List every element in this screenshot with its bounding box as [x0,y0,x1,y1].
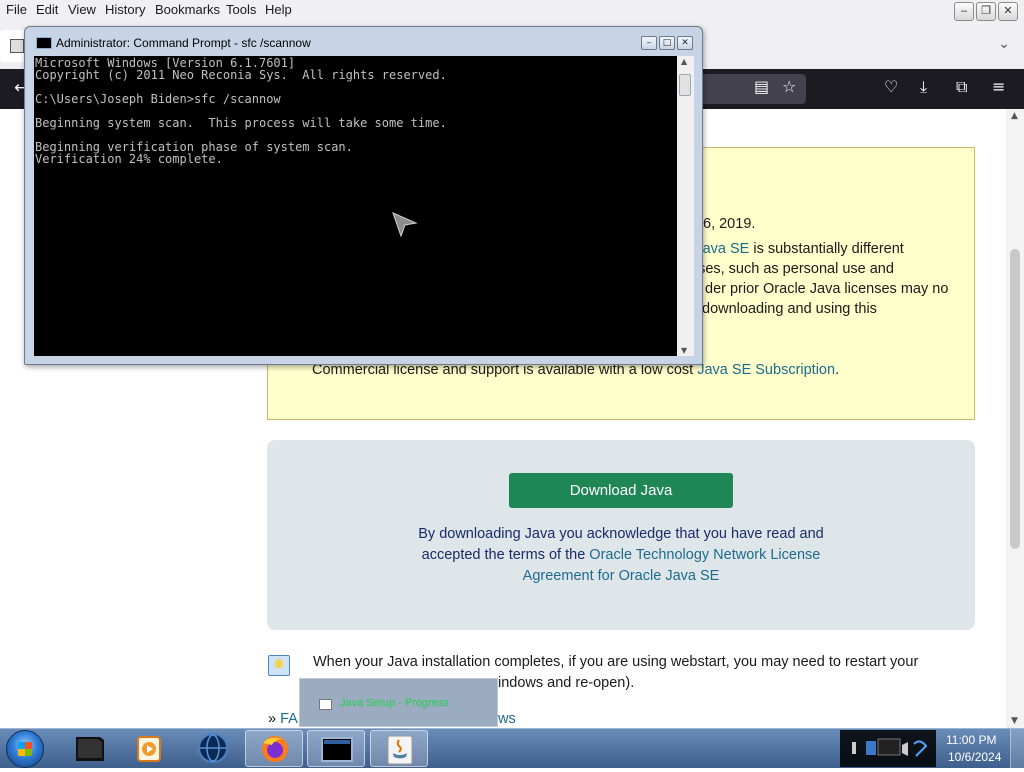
tray-arrow-icon [852,742,856,754]
faq-link[interactable]: FA [280,711,298,727]
command-prompt-icon [321,737,353,762]
cmd-scrollbar-thumb[interactable] [679,74,691,96]
taskbar-button-media-player[interactable] [120,730,178,767]
menu-view[interactable]: View [68,2,96,17]
show-desktop-button[interactable] [1010,729,1024,769]
console-line: Beginning system scan. This process will… [35,116,447,130]
system-tray [840,730,936,767]
tab-favicon-icon [10,39,24,53]
pocket-icon[interactable]: ♡ [884,77,898,96]
monitor-icon [877,738,901,756]
notice-line-1: le Java SE is substantially different [680,241,904,257]
firefox-icon [262,736,288,762]
cmd-titlebar[interactable]: Administrator: Command Prompt - sfc /sca… [25,27,702,57]
otn-license-link-line-2[interactable]: Agreement for Oracle Java SE [267,566,975,587]
download-terms-note: By downloading Java you acknowledge that… [267,524,975,587]
maximize-button[interactable]: ❐ [976,2,996,21]
tip-line-1: When your Java installation completes, i… [313,654,919,670]
start-button[interactable] [6,730,44,768]
console-line: Copyright (c) 2011 Neo Reconia Sys. All … [35,68,447,82]
download-java-button[interactable]: Download Java [509,473,733,508]
menu-file[interactable]: File [6,2,27,17]
cmd-scroll-down-icon[interactable]: ▼ [681,346,687,355]
taskbar-button-firefox[interactable] [245,730,303,767]
folder-icon [76,737,104,761]
notice-date: 6, 2019. [703,216,756,232]
cmd-window-controls: – □ ✕ [641,36,693,50]
clock-time[interactable]: 11:00 PM [946,733,996,747]
faq-link-tail[interactable]: ws [498,711,516,727]
menu-bookmarks[interactable]: Bookmarks [155,2,220,17]
scrollbar-thumb[interactable] [1010,249,1020,549]
lightbulb-tip-icon [268,655,290,676]
cmd-maximize-button[interactable]: □ [659,36,675,50]
cmd-close-button[interactable]: ✕ [677,36,693,50]
faq-bullet: » [268,711,281,727]
scroll-down-arrow-icon[interactable]: ▼ [1011,716,1018,726]
reader-view-icon[interactable]: ▤ [754,77,769,96]
java-icon [387,735,413,765]
notice-line-4: downloading and using this [702,301,877,317]
download-panel: Download Java By downloading Java you ac… [267,440,975,630]
terms-line-1: By downloading Java you acknowledge that… [418,526,824,542]
network-icon [866,741,876,755]
firefox-menubar: File Edit View History Bookmarks Tools H… [0,0,1024,22]
page-scrollbar[interactable]: ▲ ▼ [1006,109,1024,728]
media-player-icon [137,736,161,762]
notice-line-2: uses, such as personal use and [690,261,894,277]
taskbar-thumbnail-popup[interactable]: Java Setup - Progress [299,678,498,727]
cmd-minimize-button[interactable]: – [641,36,657,50]
tray-icons [852,738,928,757]
firefox-window-controls: – ❐ ✕ [954,2,1018,21]
java-se-subscription-link[interactable]: Java SE Subscription [697,362,835,378]
hamburger-menu-icon[interactable]: ≡ [992,77,1005,96]
setup-window-icon [319,699,332,710]
mouse-pointer-icon [392,212,418,238]
thumbnail-label: Java Setup - Progress [340,697,449,709]
command-prompt-icon [36,37,52,49]
taskbar-button-explorer[interactable] [60,730,118,767]
taskbar-button-cmd[interactable] [307,730,365,767]
clock-date[interactable]: 10/6/2024 [948,750,1001,764]
cmd-window-title: Administrator: Command Prompt - sfc /sca… [56,36,311,50]
cmd-scroll-up-icon[interactable]: ▲ [681,57,687,66]
commercial-end: . [835,362,840,378]
taskbar [0,728,1024,769]
cmd-scrollbar[interactable]: ▲ ▼ [677,56,694,356]
extensions-icon[interactable]: ⧉ [956,77,967,97]
terms-prefix: accepted the terms of the [421,547,590,563]
command-prompt-window: Administrator: Command Prompt - sfc /sca… [24,26,703,365]
taskbar-button-browser[interactable] [184,730,242,767]
bookmark-star-icon[interactable]: ☆ [782,77,796,96]
minimize-button[interactable]: – [954,2,974,21]
taskbar-button-java[interactable] [370,730,428,767]
globe-icon [198,733,228,763]
menu-tools[interactable]: Tools [226,2,256,17]
list-all-tabs-chevron-icon[interactable]: ⌄ [998,36,1010,52]
menu-history[interactable]: History [105,2,145,17]
close-button[interactable]: ✕ [998,2,1018,21]
console-output[interactable]: Microsoft Windows [Version 6.1.7601] Cop… [34,56,677,356]
notification-icon [913,740,928,757]
console-line: C:\Users\Joseph Biden>sfc /scannow [35,92,281,106]
terms-line-2: accepted the terms of the Oracle Technol… [267,545,975,566]
notice-line-3: der prior Oracle Java licenses may no [705,281,949,297]
faq-line: » FA [268,711,298,727]
menu-help[interactable]: Help [265,2,292,17]
downloads-icon[interactable]: ⤓ [920,77,927,97]
volume-icon [902,742,908,756]
notice-line-1-text: is substantially different [749,241,904,257]
console-line: Verification 24% complete. [35,152,223,166]
scroll-up-arrow-icon[interactable]: ▲ [1011,111,1018,121]
otn-license-link[interactable]: Oracle Technology Network License [589,547,820,563]
menu-edit[interactable]: Edit [36,2,58,17]
